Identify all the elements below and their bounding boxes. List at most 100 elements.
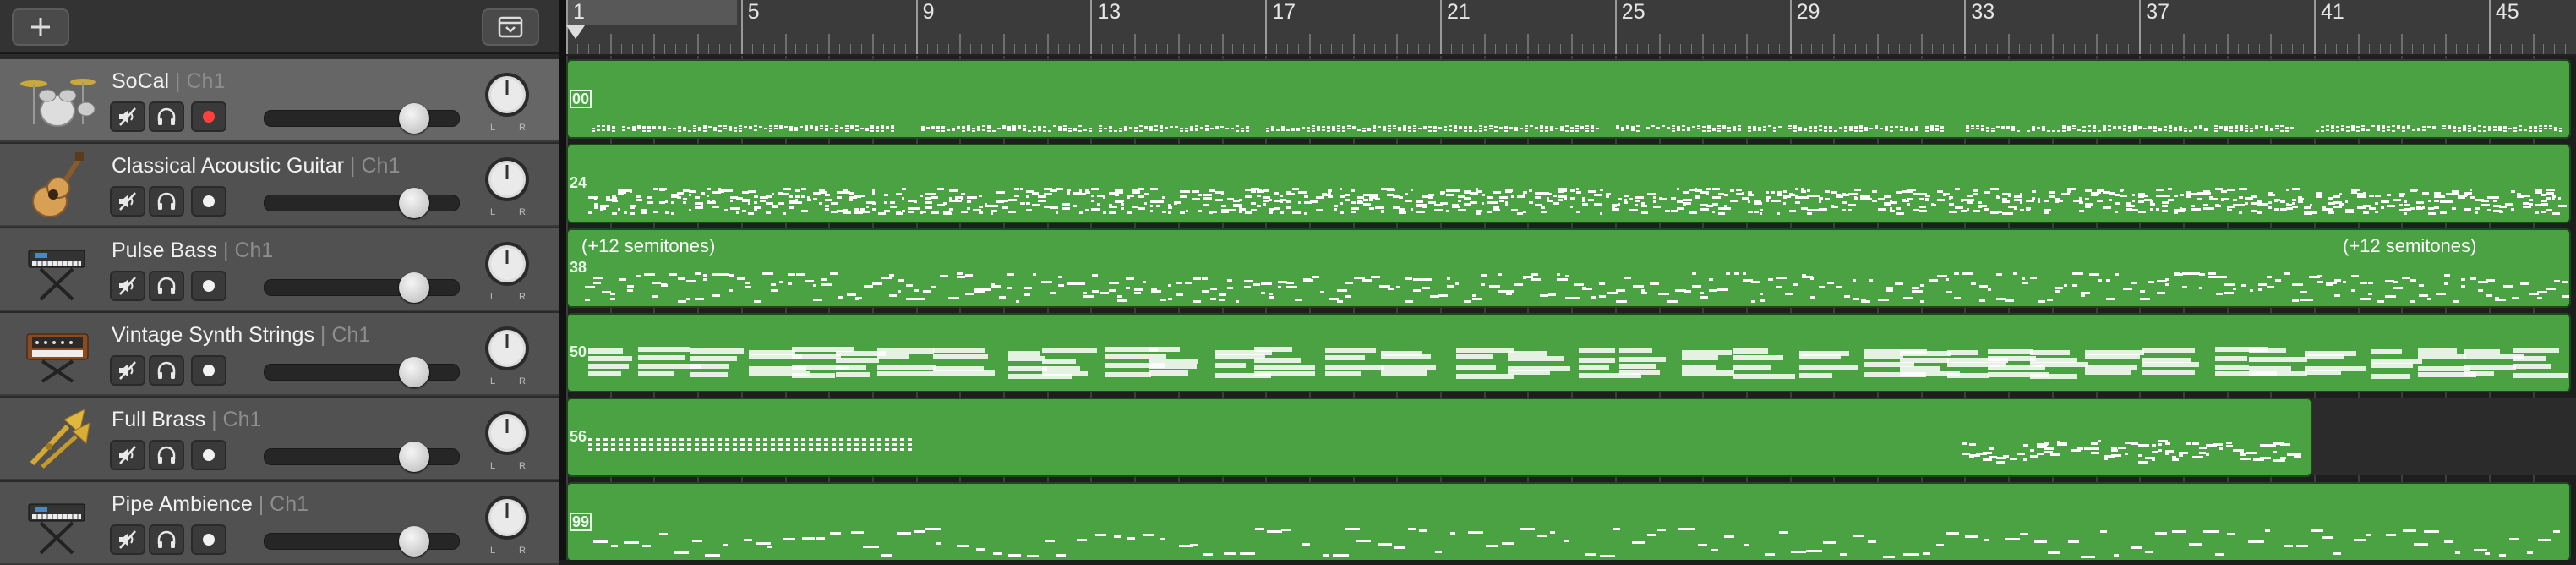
keyboard-stand-icon[interactable] <box>15 492 100 557</box>
playhead[interactable] <box>566 25 585 39</box>
volume-fader-knob[interactable] <box>399 442 430 472</box>
midi-note <box>1842 209 1846 211</box>
volume-fader-knob[interactable] <box>399 272 430 303</box>
track-name[interactable]: Full Brass | Ch1 <box>112 408 261 432</box>
solo-button[interactable] <box>149 440 184 470</box>
mute-button[interactable] <box>110 186 145 217</box>
volume-fader-knob[interactable] <box>399 188 430 218</box>
midi-note <box>2280 443 2290 446</box>
midi-note <box>1946 291 1952 293</box>
midi-note <box>784 126 788 128</box>
midi-note <box>1520 528 1535 530</box>
pan-knob[interactable]: L R <box>482 239 532 303</box>
midi-note <box>2227 208 2229 211</box>
synth-icon[interactable] <box>15 323 100 387</box>
midi-note <box>2082 130 2086 132</box>
pan-knob[interactable]: L R <box>482 492 532 557</box>
track-header[interactable]: Pulse Bass | Ch1 L R <box>0 228 559 311</box>
mute-button[interactable] <box>110 440 145 470</box>
midi-note <box>748 448 752 451</box>
midi-note <box>689 209 691 211</box>
track-name[interactable]: Pulse Bass | Ch1 <box>112 239 273 263</box>
pan-knob[interactable]: L R <box>482 323 532 387</box>
volume-fader[interactable] <box>264 103 460 134</box>
volume-fader-knob[interactable] <box>399 103 430 134</box>
solo-button[interactable] <box>149 271 184 301</box>
trumpet-icon[interactable] <box>15 408 100 472</box>
midi-region[interactable]: 24 <box>566 144 2571 223</box>
midi-note <box>1058 126 1062 128</box>
empty-lane[interactable] <box>2312 398 2576 475</box>
cycle-area[interactable] <box>566 0 737 25</box>
ruler-beat-tick <box>904 44 906 54</box>
midi-note <box>1682 370 1734 376</box>
guitar-icon[interactable] <box>15 152 100 218</box>
keyboard-stand-icon[interactable] <box>15 239 100 303</box>
record-enable-button[interactable] <box>191 355 226 386</box>
midi-note <box>769 128 772 129</box>
solo-button[interactable] <box>149 186 184 217</box>
midi-note <box>931 211 939 214</box>
track-name[interactable]: Vintage Synth Strings | Ch1 <box>112 323 370 348</box>
midi-note <box>695 202 703 205</box>
midi-note <box>2235 125 2238 127</box>
tracks-area[interactable]: 00 24 38 (+12 semitones) (+12 semitones) 50 56… <box>566 56 2576 560</box>
solo-button[interactable] <box>149 101 184 132</box>
solo-button[interactable] <box>149 524 184 555</box>
midi-region[interactable]: 56 <box>566 398 2312 477</box>
midi-note <box>1840 553 1847 556</box>
midi-note <box>2331 125 2334 127</box>
track-name[interactable]: SoCal | Ch1 <box>112 69 225 94</box>
midi-note <box>1853 279 1856 282</box>
volume-fader[interactable] <box>264 442 460 472</box>
mute-button[interactable] <box>110 524 145 555</box>
track-name[interactable]: Pipe Ambience | Ch1 <box>112 492 308 517</box>
drum-kit-icon[interactable] <box>15 69 100 134</box>
mute-button[interactable] <box>110 271 145 301</box>
midi-note <box>2142 370 2195 375</box>
midi-note <box>612 212 617 215</box>
midi-note <box>1008 211 1016 213</box>
midi-note <box>1312 276 1319 278</box>
volume-fader[interactable] <box>264 526 460 557</box>
headphones-icon <box>157 107 176 125</box>
track-header[interactable]: SoCal | Ch1 L R <box>0 59 559 142</box>
track-header[interactable]: Classical Acoustic Guitar | Ch1 L R <box>0 144 559 227</box>
mute-button[interactable] <box>110 355 145 386</box>
midi-region[interactable]: 38 (+12 semitones) (+12 semitones) <box>566 228 2571 308</box>
volume-fader-knob[interactable] <box>399 357 430 387</box>
record-enable-button[interactable] <box>191 524 226 555</box>
track-filter-button[interactable] <box>482 8 539 46</box>
midi-note <box>1940 130 1944 132</box>
midi-note <box>2032 190 2036 193</box>
record-enable-button[interactable] <box>191 186 226 217</box>
midi-note <box>1452 204 1459 206</box>
bar-ruler[interactable]: 1 5 9 13 17 21 25 29 33 37 41 45 <box>566 0 2576 56</box>
track-header[interactable]: Vintage Synth Strings | Ch1 L R <box>0 313 559 396</box>
midi-region[interactable]: 50 <box>566 313 2571 392</box>
midi-note <box>1671 210 1678 212</box>
track-name[interactable]: Classical Acoustic Guitar | Ch1 <box>112 154 400 178</box>
midi-note <box>1117 295 1122 298</box>
volume-fader[interactable] <box>264 272 460 303</box>
midi-note <box>1925 199 1929 201</box>
pan-knob[interactable]: L R <box>482 69 532 134</box>
midi-region[interactable]: 00 <box>566 59 2571 139</box>
add-track-button[interactable] <box>12 8 69 46</box>
midi-region[interactable]: 99 <box>566 482 2571 560</box>
record-enable-button[interactable] <box>191 101 226 132</box>
header-divider[interactable] <box>559 0 566 560</box>
pan-knob[interactable]: L R <box>482 408 532 472</box>
track-header[interactable]: Full Brass | Ch1 L R <box>0 398 559 480</box>
volume-fader-knob[interactable] <box>399 526 430 557</box>
pan-knob[interactable]: L R <box>482 154 532 218</box>
volume-fader[interactable] <box>264 357 460 387</box>
midi-note <box>2317 281 2323 283</box>
solo-button[interactable] <box>149 355 184 386</box>
record-enable-button[interactable] <box>191 440 226 470</box>
mute-button[interactable] <box>110 101 145 132</box>
track-header[interactable]: Pipe Ambience | Ch1 L R <box>0 482 559 565</box>
record-enable-button[interactable] <box>191 271 226 301</box>
volume-fader[interactable] <box>264 188 460 218</box>
midi-note <box>2008 212 2013 215</box>
